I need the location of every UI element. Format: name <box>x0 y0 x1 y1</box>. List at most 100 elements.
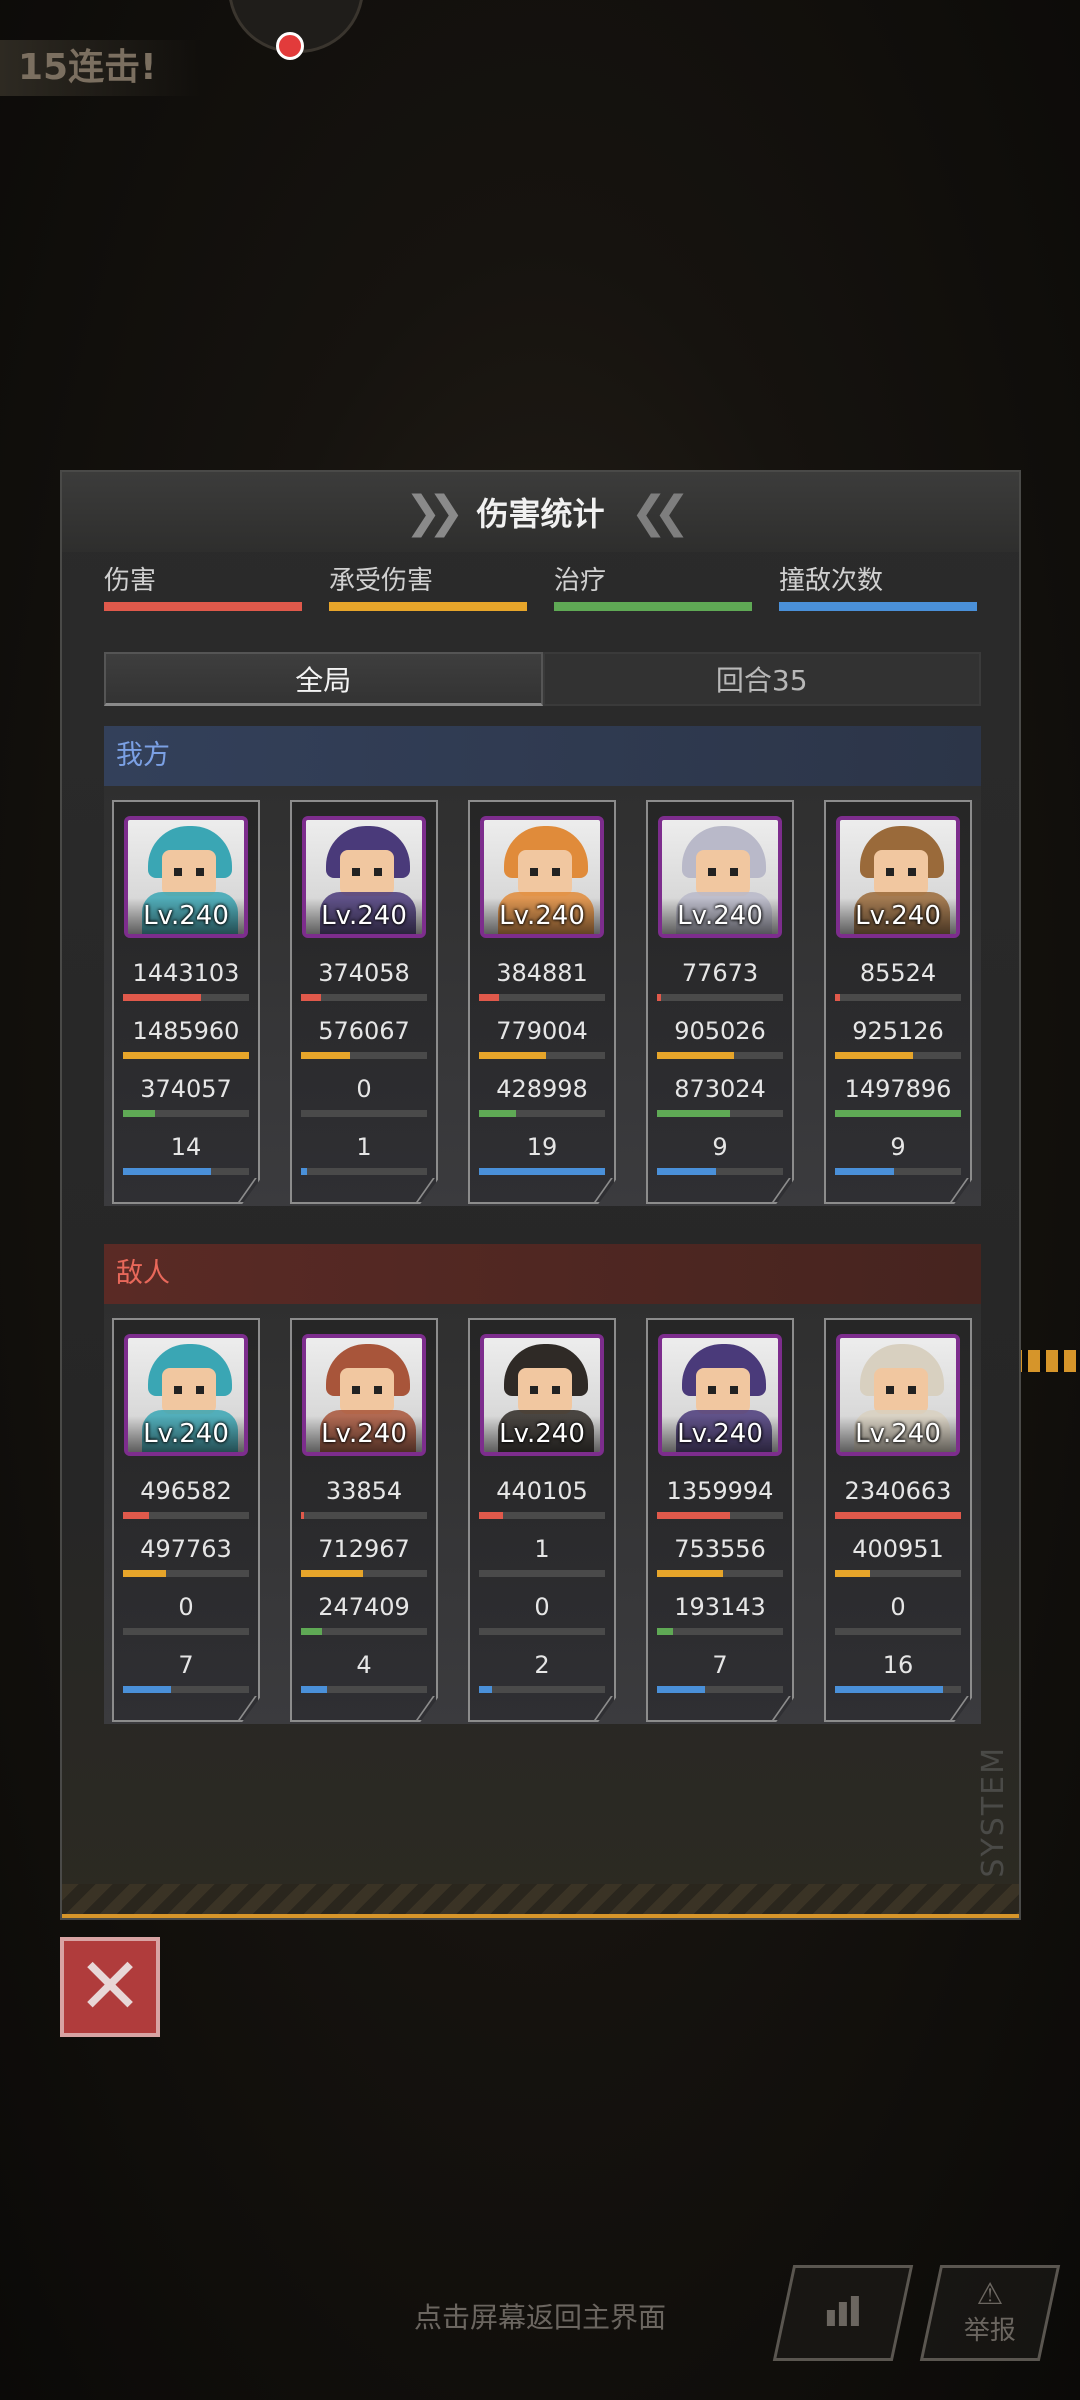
stat-heal-value: 193143 <box>674 1593 766 1621</box>
stat-damage-value: 85524 <box>859 959 937 987</box>
stat-heal-bar-fill <box>479 1110 516 1117</box>
close-icon: ✕ <box>77 1942 143 2032</box>
enemy-unit-card[interactable]: Lv.240 2340663 400951 0 16 <box>824 1318 972 1722</box>
stat-damage-bar-fill <box>479 994 500 1001</box>
stat-damage-bar <box>835 1512 961 1519</box>
legend-label: 撞敌次数 <box>779 566 884 596</box>
unit-level: Lv.240 <box>484 1416 600 1452</box>
stat-taken-bar-fill <box>657 1052 734 1059</box>
stat-damage-value: 440105 <box>496 1477 588 1505</box>
stat-hits-value: 9 <box>890 1133 906 1161</box>
stat-taken-value: 576067 <box>318 1017 410 1045</box>
stat-hits-bar <box>479 1168 605 1175</box>
stat-heal-value: 0 <box>356 1075 372 1103</box>
legend-item: 伤害 <box>104 560 304 611</box>
tab-round[interactable]: 回合35 <box>542 652 981 706</box>
stat-taken-bar-fill <box>657 1570 723 1577</box>
stat-hits-bar-fill <box>835 1686 944 1693</box>
return-hint[interactable]: 点击屏幕返回主界面 <box>0 2296 1080 2336</box>
warning-icon: ⚠ <box>976 2276 1004 2312</box>
stat-taken-bar <box>301 1570 427 1577</box>
report-label: 举报 <box>963 2315 1016 2346</box>
stat-heal-bar-fill <box>657 1628 674 1635</box>
ally-unit-card[interactable]: Lv.240 384881 779004 428998 19 <box>468 800 616 1204</box>
stat-hits: 2 <box>470 1650 614 1693</box>
enemy-section-title: 敌人 <box>104 1244 981 1304</box>
unit-portrait: Lv.240 <box>302 816 426 938</box>
stat-hits-value: 14 <box>170 1133 202 1161</box>
legend-color-bar <box>554 602 752 611</box>
enemy-unit-card[interactable]: Lv.240 1359994 753556 193143 7 <box>646 1318 794 1722</box>
stat-damage-value: 2340663 <box>844 1477 952 1505</box>
ally-section-title: 我方 <box>104 726 981 786</box>
stat-heal-bar <box>657 1110 783 1117</box>
stat-taken: 779004 <box>470 1016 614 1059</box>
panel-title: 伤害统计 <box>476 495 605 533</box>
legend-color-bar <box>779 602 977 611</box>
unit-level: Lv.240 <box>662 1416 778 1452</box>
stat-taken-value: 497763 <box>140 1535 232 1563</box>
stat-hits: 4 <box>292 1650 436 1693</box>
ally-unit-card[interactable]: Lv.240 85524 925126 1497896 9 <box>824 800 972 1204</box>
stat-heal: 428998 <box>470 1074 614 1117</box>
tab-overall[interactable]: 全局 <box>104 652 543 706</box>
unit-portrait: Lv.240 <box>124 816 248 938</box>
stat-damage-value: 77673 <box>681 959 759 987</box>
ally-unit-card[interactable]: Lv.240 374058 576067 0 1 <box>290 800 438 1204</box>
stat-heal-bar <box>301 1110 427 1117</box>
bar-chart-icon <box>823 2292 863 2335</box>
stat-heal-value: 873024 <box>674 1075 766 1103</box>
stat-hits: 19 <box>470 1132 614 1175</box>
stat-damage-bar <box>657 1512 783 1519</box>
stat-heal: 247409 <box>292 1592 436 1635</box>
report-button[interactable]: ⚠ 举报 <box>919 2265 1061 2361</box>
stat-damage-bar-fill <box>301 1512 304 1519</box>
stat-taken: 497763 <box>114 1534 258 1577</box>
stat-taken-bar <box>835 1570 961 1577</box>
stat-damage: 2340663 <box>826 1476 970 1519</box>
stat-taken: 753556 <box>648 1534 792 1577</box>
legend-color-bar <box>104 602 302 611</box>
unit-level: Lv.240 <box>840 898 956 934</box>
unit-portrait: Lv.240 <box>658 816 782 938</box>
legend-color-bar <box>329 602 527 611</box>
stat-heal-bar <box>301 1628 427 1635</box>
stat-damage: 384881 <box>470 958 614 1001</box>
stat-heal: 0 <box>292 1074 436 1117</box>
stat-hits-bar-fill <box>479 1686 492 1693</box>
legend-item: 治疗 <box>554 560 754 611</box>
unit-portrait: Lv.240 <box>302 1334 426 1456</box>
legend-item: 撞敌次数 <box>779 560 979 611</box>
ally-unit-card[interactable]: Lv.240 1443103 1485960 374057 14 <box>112 800 260 1204</box>
stat-damage-bar <box>123 994 249 1001</box>
stat-damage: 1359994 <box>648 1476 792 1519</box>
unit-level: Lv.240 <box>662 898 778 934</box>
stat-taken-bar-fill <box>301 1570 363 1577</box>
stat-taken: 712967 <box>292 1534 436 1577</box>
stat-taken-value: 1485960 <box>132 1017 240 1045</box>
stat-heal-bar <box>123 1110 249 1117</box>
stats-button[interactable] <box>772 2265 914 2361</box>
chevron-right-icon: ❯❯ <box>404 486 465 538</box>
close-button[interactable]: ✕ <box>60 1937 160 2037</box>
ally-unit-card[interactable]: Lv.240 77673 905026 873024 9 <box>646 800 794 1204</box>
stat-taken-value: 753556 <box>674 1535 766 1563</box>
unit-portrait: Lv.240 <box>124 1334 248 1456</box>
stat-heal-value: 374057 <box>140 1075 232 1103</box>
stat-taken: 1 <box>470 1534 614 1577</box>
legend: 伤害 承受伤害 治疗 撞敌次数 <box>104 560 980 620</box>
stat-damage-bar-fill <box>123 994 202 1001</box>
stat-heal-value: 428998 <box>496 1075 588 1103</box>
stat-hits-bar <box>123 1686 249 1693</box>
stat-hits-value: 9 <box>712 1133 728 1161</box>
stat-heal: 1497896 <box>826 1074 970 1117</box>
stat-heal-value: 0 <box>178 1593 194 1621</box>
enemy-unit-card[interactable]: Lv.240 33854 712967 247409 4 <box>290 1318 438 1722</box>
enemy-unit-card[interactable]: Lv.240 496582 497763 0 7 <box>112 1318 260 1722</box>
unit-level: Lv.240 <box>306 898 422 934</box>
stat-heal-bar <box>835 1628 961 1635</box>
enemy-unit-card[interactable]: Lv.240 440105 1 0 2 <box>468 1318 616 1722</box>
stat-hits-bar <box>123 1168 249 1175</box>
stat-taken: 1485960 <box>114 1016 258 1059</box>
stat-damage-bar <box>479 1512 605 1519</box>
